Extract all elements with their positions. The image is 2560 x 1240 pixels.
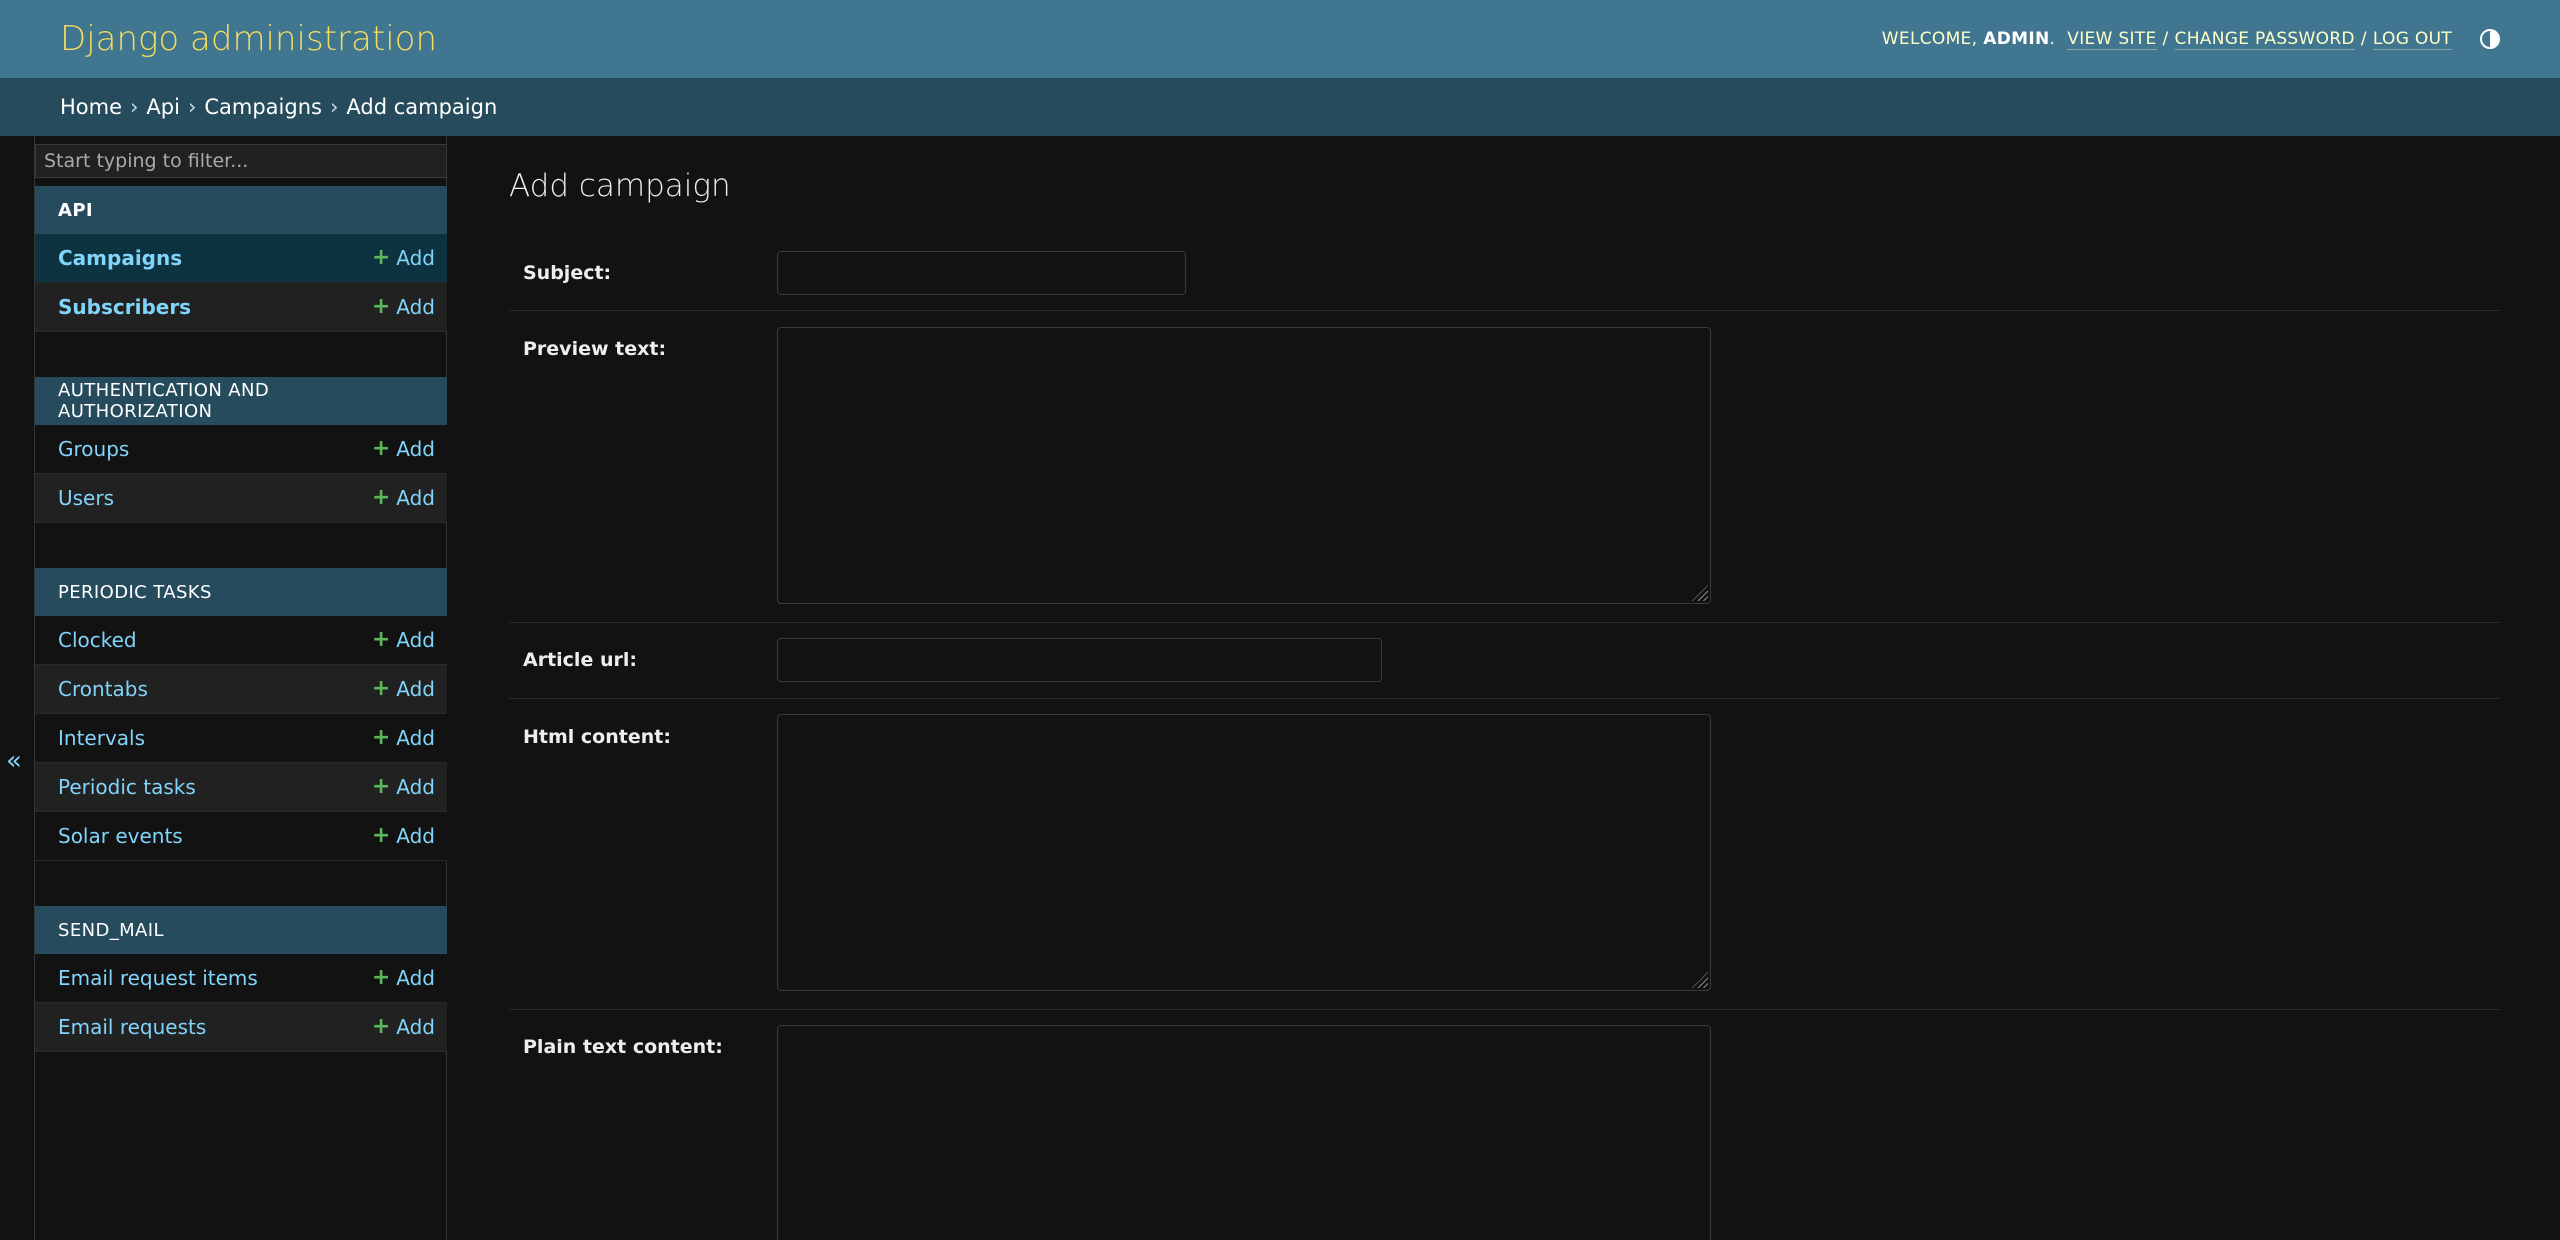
nav-sidebar: Start typing to filter... API Campaigns … [34,136,447,1240]
form-row-preview-text: Preview text: [509,311,2500,623]
add-clocked-button[interactable]: + Add [372,628,435,652]
add-solar-events-button[interactable]: + Add [372,824,435,848]
sidebar-item-campaigns: Campaigns + Add [35,234,447,283]
model-link[interactable]: Email requests [58,1015,206,1039]
plus-icon: + [371,245,391,270]
plus-icon: + [371,676,391,701]
resize-grip-icon[interactable] [1692,972,1708,988]
sidebar-item-users: Users + Add [35,474,447,523]
plus-icon: + [371,774,391,799]
breadcrumb-current: Add campaign [346,95,498,119]
model-link[interactable]: Clocked [58,628,137,652]
module-periodic-tasks: PERIODIC TASKS Clocked + Add Crontabs + Ad… [35,568,447,861]
add-email-request-items-button[interactable]: + Add [372,966,435,990]
plus-icon: + [371,823,391,848]
resize-grip-icon[interactable] [1692,585,1708,601]
breadcrumb-campaigns[interactable]: Campaigns [204,95,322,119]
username: ADMIN [1983,29,2050,49]
module-caption[interactable]: AUTHENTICATION AND AUTHORIZATION [35,377,447,425]
module-caption[interactable]: SEND_MAIL [35,906,447,954]
log-out-link[interactable]: LOG OUT [2372,29,2452,50]
module-caption[interactable]: PERIODIC TASKS [35,568,447,616]
sidebar-item-intervals: Intervals + Add [35,714,447,763]
add-groups-button[interactable]: + Add [372,437,435,461]
breadcrumb-api[interactable]: Api [146,95,180,119]
module-auth: AUTHENTICATION AND AUTHORIZATION Groups … [35,377,447,523]
model-link[interactable]: Periodic tasks [58,775,196,799]
html-content-label: Html content: [523,726,671,748]
preview-text-label: Preview text: [523,338,667,360]
model-link[interactable]: Crontabs [58,677,148,701]
model-link[interactable]: Groups [58,437,129,461]
module-send-mail: SEND_MAIL Email request items + Add Email… [35,906,447,1052]
change-password-link[interactable]: CHANGE PASSWORD [2174,29,2355,50]
form-row-subject: Subject: [509,236,2500,311]
plus-icon: + [371,436,391,461]
plain-text-content-label: Plain text content: [523,1036,723,1058]
collapse-sidebar-icon[interactable]: « [6,746,22,776]
add-intervals-button[interactable]: + Add [372,726,435,750]
sidebar-item-periodic-tasks: Periodic tasks + Add [35,763,447,812]
view-site-link[interactable]: VIEW SITE [2067,29,2157,50]
model-link[interactable]: Users [58,486,114,510]
breadcrumb-home[interactable]: Home [60,95,122,119]
preview-text-textarea[interactable] [777,327,1711,604]
article-url-input[interactable] [777,638,1382,682]
form-row-html-content: Html content: [509,699,2500,1010]
plus-icon: + [371,1014,391,1039]
model-link[interactable]: Subscribers [58,295,191,319]
plus-icon: + [371,485,391,510]
sidebar-item-subscribers: Subscribers + Add [35,283,447,332]
form-row-article-url: Article url: [509,623,2500,699]
add-email-requests-button[interactable]: + Add [372,1015,435,1039]
sidebar-item-solar-events: Solar events + Add [35,812,447,861]
plus-icon: + [371,627,391,652]
add-subscribers-button[interactable]: + Add [372,295,435,319]
subject-label: Subject: [523,262,612,284]
plain-text-content-textarea[interactable] [777,1025,1711,1240]
plus-icon: + [371,965,391,990]
breadcrumb: Home › Api › Campaigns › Add campaign [0,78,2560,136]
plus-icon: + [371,725,391,750]
model-link[interactable]: Solar events [58,824,183,848]
sidebar-item-groups: Groups + Add [35,425,447,474]
add-campaigns-button[interactable]: + Add [372,246,435,270]
sidebar-item-email-requests: Email requests + Add [35,1003,447,1052]
site-name-link[interactable]: Django administration [60,19,437,59]
welcome-text: WELCOME, [1881,29,1978,49]
nav-filter-input[interactable]: Start typing to filter... [35,144,447,178]
subject-input[interactable] [777,251,1186,295]
article-url-label: Article url: [523,649,637,671]
header: Django administration WELCOME, ADMIN. VI… [0,0,2560,78]
form-row-plain-text-content: Plain text content: [509,1010,2500,1240]
page-title: Add campaign [509,168,731,204]
plus-icon: + [371,294,391,319]
sidebar-item-email-request-items: Email request items + Add [35,954,447,1003]
add-periodic-tasks-button[interactable]: + Add [372,775,435,799]
module-caption[interactable]: API [35,186,447,234]
user-tools: WELCOME, ADMIN. VIEW SITE / CHANGE PASSW… [1882,29,2500,50]
add-users-button[interactable]: + Add [372,486,435,510]
add-crontabs-button[interactable]: + Add [372,677,435,701]
module-api: API Campaigns + Add Subscribers + Add [35,186,447,332]
model-link[interactable]: Campaigns [58,246,182,270]
sidebar-item-crontabs: Crontabs + Add [35,665,447,714]
model-link[interactable]: Email request items [58,966,258,990]
sidebar-item-clocked: Clocked + Add [35,616,447,665]
html-content-textarea[interactable] [777,714,1711,991]
theme-toggle-icon[interactable] [2480,29,2500,49]
model-link[interactable]: Intervals [58,726,145,750]
